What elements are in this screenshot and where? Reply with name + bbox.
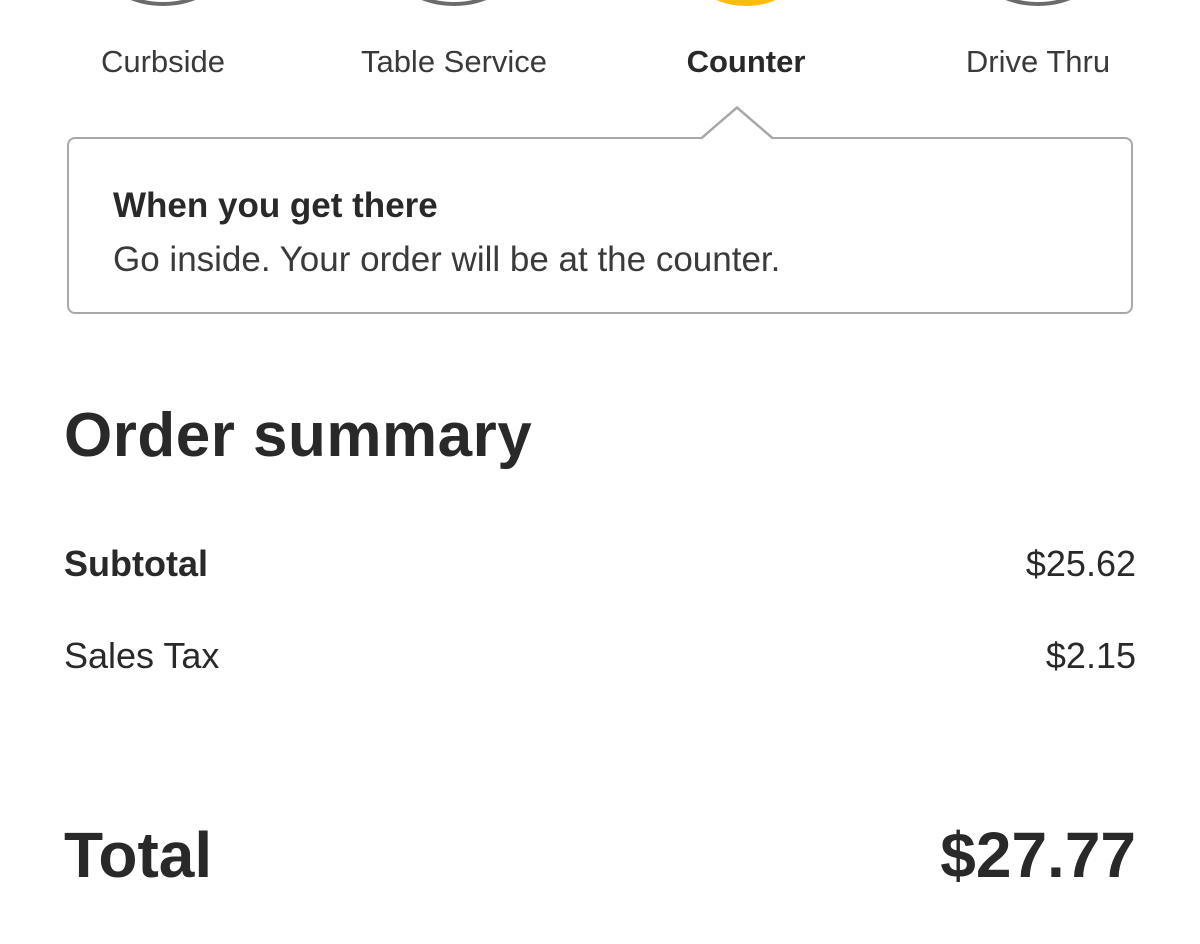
pickup-option-label: Drive Thru: [965, 44, 1111, 79]
table-service-option-icon: [394, 0, 514, 6]
pickup-option-counter[interactable]: Counter: [600, 0, 892, 100]
pickup-method-selector: Curbside Table Service Counter Drive Thr…: [0, 0, 1200, 100]
instructions-title: When you get there: [113, 186, 438, 225]
pickup-instructions-callout: When you get there Go inside. Your order…: [67, 137, 1133, 314]
subtotal-row: Subtotal $25.62: [64, 543, 1136, 593]
pickup-option-label: Table Service: [360, 44, 548, 79]
total-label: Total: [64, 819, 213, 891]
counter-option-icon: [691, 0, 801, 6]
sales-tax-value: $2.15: [1045, 635, 1136, 676]
pickup-option-label: Counter: [686, 44, 806, 79]
curbside-option-icon: [103, 0, 223, 6]
total-value: $27.77: [940, 819, 1136, 891]
order-summary-heading: Order summary: [64, 401, 533, 470]
drive-thru-option-icon: [978, 0, 1098, 6]
subtotal-value: $25.62: [1025, 543, 1136, 584]
sales-tax-row: Sales Tax $2.15: [64, 635, 1136, 685]
pickup-option-table-service[interactable]: Table Service: [308, 0, 600, 100]
total-row: Total $27.77: [64, 818, 1136, 898]
sales-tax-label: Sales Tax: [64, 635, 220, 676]
pickup-option-curbside[interactable]: Curbside: [17, 0, 309, 100]
instructions-body: Go inside. Your order will be at the cou…: [113, 240, 781, 279]
subtotal-label: Subtotal: [64, 543, 208, 584]
pickup-option-label: Curbside: [100, 44, 226, 79]
pickup-option-drive-thru[interactable]: Drive Thru: [892, 0, 1184, 100]
callout-pointer: [701, 106, 773, 140]
